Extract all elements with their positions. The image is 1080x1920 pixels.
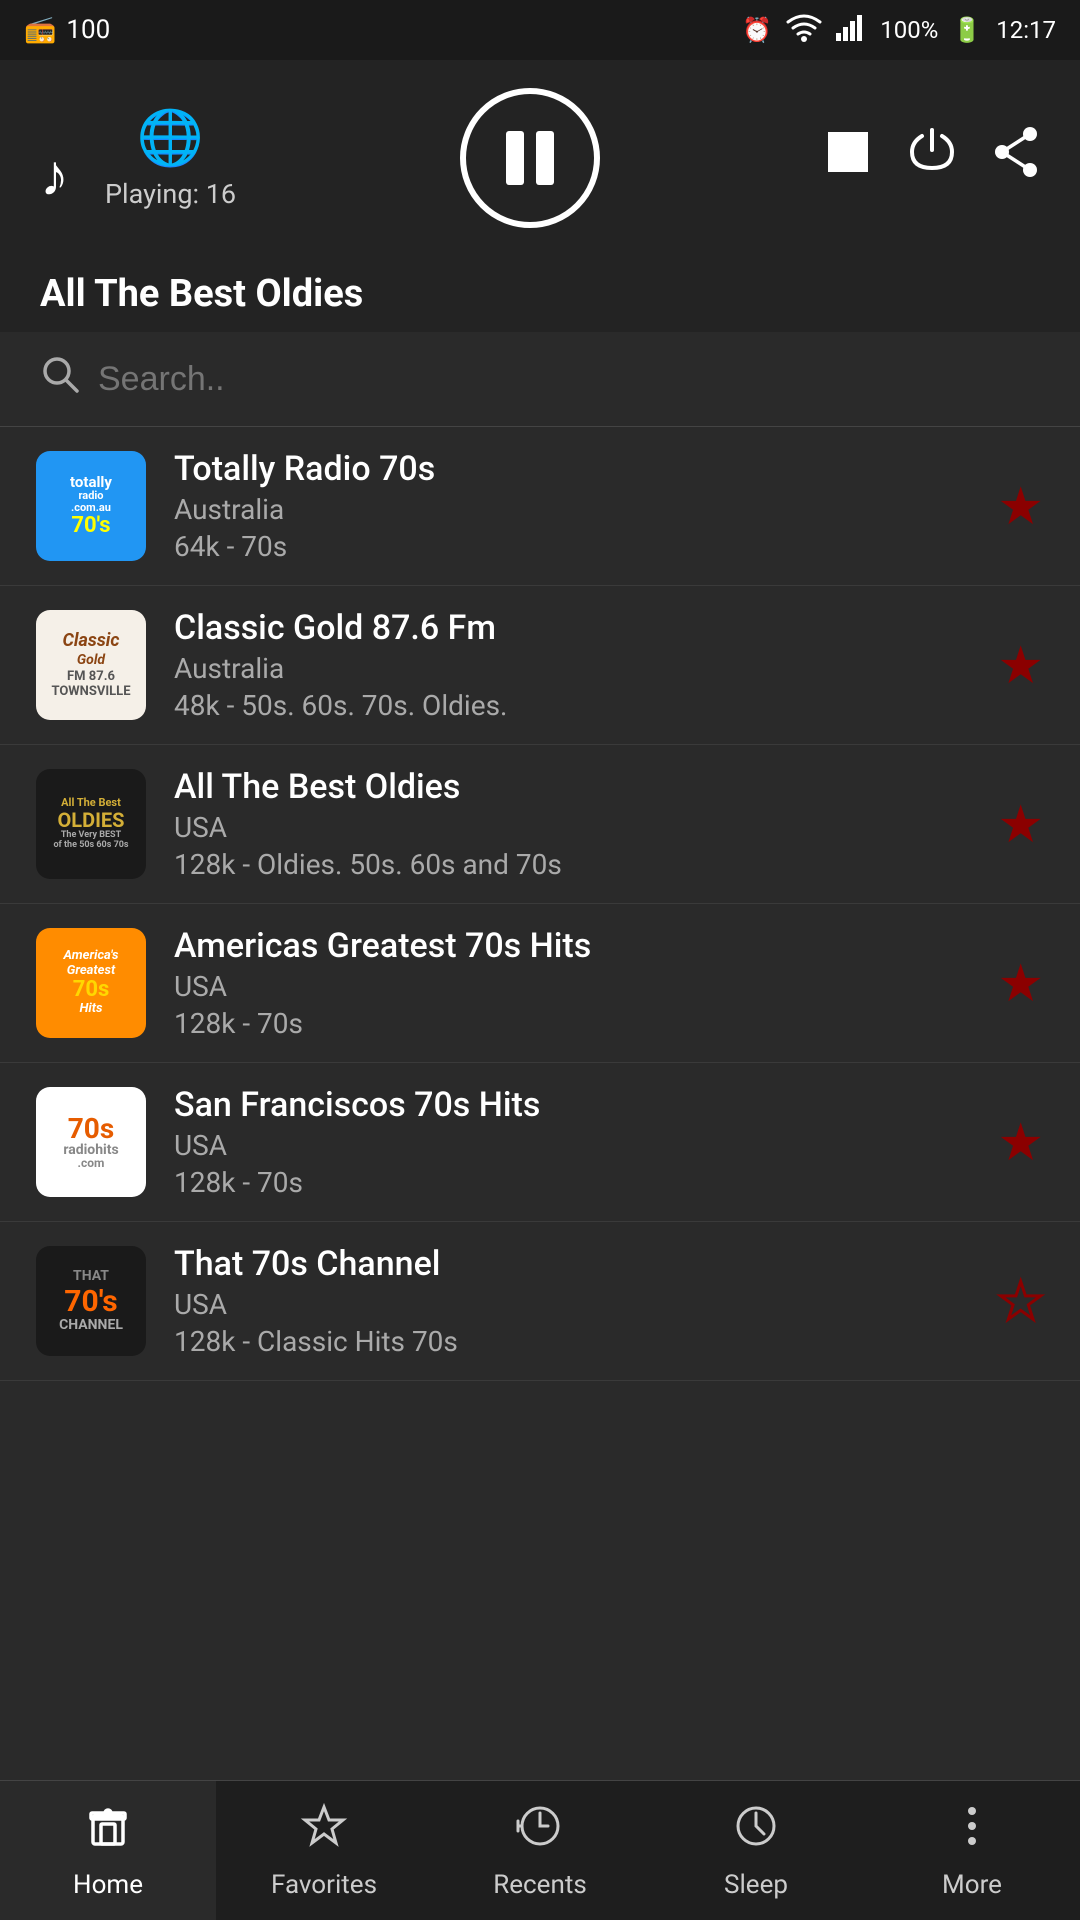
nav-sleep[interactable]: Sleep xyxy=(648,1781,864,1920)
station-fav-6[interactable]: ★ xyxy=(997,1271,1044,1332)
station-country-5: USA xyxy=(174,1129,977,1162)
status-right: ⏰ 100% 🔋 12:17 xyxy=(742,12,1056,48)
station-bitrate-4: 128k - 70s xyxy=(174,1007,977,1040)
pause-bar-right xyxy=(536,131,554,185)
station-bitrate-1: 64k - 70s xyxy=(174,530,977,563)
player-header: ♪ 🌐 Playing: 16 xyxy=(0,60,1080,252)
station-logo-3: All The Best OLDIES The Very BEST of the… xyxy=(36,769,146,879)
battery-percent: 100% xyxy=(880,16,938,44)
station-name-6: That 70s Channel xyxy=(174,1244,977,1284)
nav-home[interactable]: Home xyxy=(0,1781,216,1920)
recents-icon xyxy=(515,1801,565,1862)
clock-time: 12:17 xyxy=(996,16,1056,44)
nav-favorites[interactable]: Favorites xyxy=(216,1781,432,1920)
home-icon xyxy=(83,1801,133,1862)
station-logo-2: Classic Gold FM 87.6 TOWNSVILLE xyxy=(36,610,146,720)
status-left: 📻 100 xyxy=(24,15,110,45)
station-logo-1: totally radio .com.au 70's xyxy=(36,451,146,561)
bottom-nav: Home Favorites Recents Sleep xyxy=(0,1780,1080,1920)
station-name-5: San Franciscos 70s Hits xyxy=(174,1085,977,1125)
nav-sleep-label: Sleep xyxy=(724,1870,788,1900)
station-fav-2[interactable]: ★ xyxy=(997,635,1044,696)
station-list: totally radio .com.au 70's Totally Radio… xyxy=(0,427,1080,1759)
station-item-2[interactable]: Classic Gold FM 87.6 TOWNSVILLE Classic … xyxy=(0,586,1080,745)
alarm-icon: ⏰ xyxy=(742,16,772,44)
now-playing-title: All The Best Oldies xyxy=(40,272,1040,316)
station-fav-3[interactable]: ★ xyxy=(997,794,1044,855)
app-icon: 📻 xyxy=(24,15,56,45)
search-input[interactable] xyxy=(98,360,1040,399)
nav-home-label: Home xyxy=(73,1870,143,1900)
station-bitrate-3: 128k - Oldies. 50s. 60s and 70s xyxy=(174,848,977,881)
search-bar[interactable] xyxy=(0,332,1080,427)
station-item-6[interactable]: THAT 70's CHANNEL That 70s Channel USA 1… xyxy=(0,1222,1080,1381)
power-button[interactable] xyxy=(908,126,956,191)
station-item-1[interactable]: totally radio .com.au 70's Totally Radio… xyxy=(0,427,1080,586)
now-playing-section: All The Best Oldies xyxy=(0,252,1080,332)
pause-icon xyxy=(506,131,554,185)
station-info-1: Totally Radio 70s Australia 64k - 70s xyxy=(174,449,977,563)
station-logo-6: THAT 70's CHANNEL xyxy=(36,1246,146,1356)
station-info-6: That 70s Channel USA 128k - Classic Hits… xyxy=(174,1244,977,1358)
nav-recents[interactable]: Recents xyxy=(432,1781,648,1920)
player-right-icons xyxy=(824,126,1040,191)
station-country-4: USA xyxy=(174,970,977,1003)
globe-icon-col[interactable]: 🌐 Playing: 16 xyxy=(105,107,236,210)
playing-label: Playing: 16 xyxy=(105,178,236,210)
station-name-2: Classic Gold 87.6 Fm xyxy=(174,608,977,648)
station-country-2: Australia xyxy=(174,652,977,685)
station-country-6: USA xyxy=(174,1288,977,1321)
wifi-icon xyxy=(786,12,822,48)
station-name-3: All The Best Oldies xyxy=(174,767,977,807)
station-info-4: Americas Greatest 70s Hits USA 128k - 70… xyxy=(174,926,977,1040)
station-item-3[interactable]: All The Best OLDIES The Very BEST of the… xyxy=(0,745,1080,904)
share-button[interactable] xyxy=(992,126,1040,191)
header-left: ♪ 🌐 Playing: 16 xyxy=(40,107,236,210)
station-bitrate-6: 128k - Classic Hits 70s xyxy=(174,1325,977,1358)
station-name-4: Americas Greatest 70s Hits xyxy=(174,926,977,966)
nav-more-label: More xyxy=(942,1870,1002,1900)
battery-icon: 🔋 xyxy=(952,16,982,44)
nav-favorites-label: Favorites xyxy=(271,1870,377,1900)
station-info-2: Classic Gold 87.6 Fm Australia 48k - 50s… xyxy=(174,608,977,722)
station-country-1: Australia xyxy=(174,493,977,526)
globe-icon[interactable]: 🌐 xyxy=(137,107,204,170)
station-logo-5: 70s radiohits .com xyxy=(36,1087,146,1197)
favorites-icon xyxy=(299,1801,349,1862)
pause-button[interactable] xyxy=(460,88,600,228)
more-icon xyxy=(947,1801,997,1862)
station-country-3: USA xyxy=(174,811,977,844)
station-info-3: All The Best Oldies USA 128k - Oldies. 5… xyxy=(174,767,977,881)
station-name-1: Totally Radio 70s xyxy=(174,449,977,489)
signal-strength: 100 xyxy=(66,15,110,45)
signal-bars-icon xyxy=(836,13,866,47)
player-center xyxy=(460,88,600,228)
status-bar: 📻 100 ⏰ 100% 🔋 12:17 xyxy=(0,0,1080,60)
station-logo-4: America's Greatest 70s Hits xyxy=(36,928,146,1038)
stop-button[interactable] xyxy=(824,128,872,189)
pause-bar-left xyxy=(506,131,524,185)
music-icon-col: ♪ xyxy=(40,142,69,210)
station-item-5[interactable]: 70s radiohits .com San Franciscos 70s Hi… xyxy=(0,1063,1080,1222)
sleep-icon xyxy=(731,1801,781,1862)
station-bitrate-5: 128k - 70s xyxy=(174,1166,977,1199)
nav-recents-label: Recents xyxy=(493,1870,587,1900)
station-info-5: San Franciscos 70s Hits USA 128k - 70s xyxy=(174,1085,977,1199)
station-bitrate-2: 48k - 50s. 60s. 70s. Oldies. xyxy=(174,689,977,722)
station-item-4[interactable]: America's Greatest 70s Hits Americas Gre… xyxy=(0,904,1080,1063)
station-fav-5[interactable]: ★ xyxy=(997,1112,1044,1173)
nav-more[interactable]: More xyxy=(864,1781,1080,1920)
station-fav-4[interactable]: ★ xyxy=(997,953,1044,1014)
search-icon xyxy=(40,354,80,404)
music-note-icon: ♪ xyxy=(40,142,69,210)
station-fav-1[interactable]: ★ xyxy=(997,476,1044,537)
